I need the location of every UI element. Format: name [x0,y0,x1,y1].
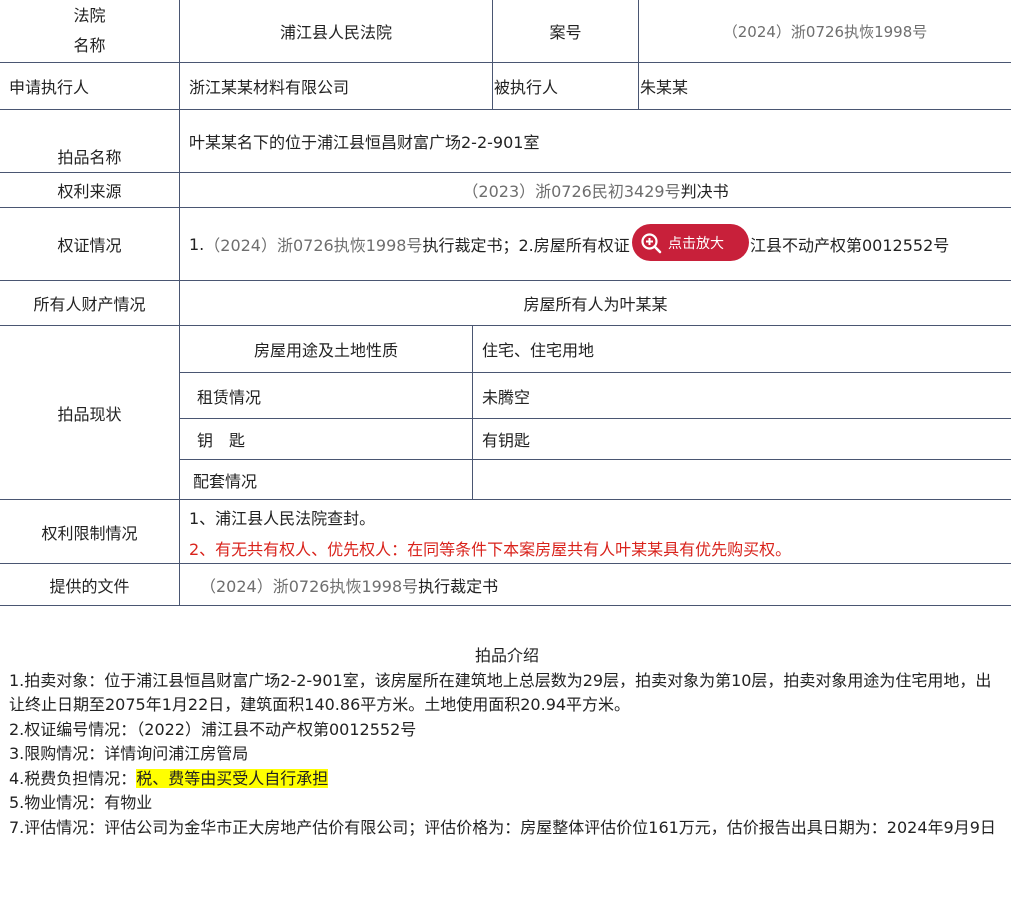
cert-prefix: 1. [189,234,205,254]
item-introduction: 拍品介绍 1.拍卖对象：位于浦江县恒昌财富广场2-2-901室，该房屋所在建筑地… [9,644,1005,840]
respondent-label: 被执行人 [494,78,559,97]
rights-source-label: 权利来源 [57,182,122,201]
intro-line-2: 2.权证编号情况：（2022）浦江县不动产权第0012552号 [9,719,417,739]
usage-label: 房屋用途及土地性质 [253,341,398,360]
intro-line-7: 7.评估情况：评估公司为金华市正大房地产估价有限公司；评估价格为：房屋整体评估价… [9,817,996,837]
court-label-line1: 法院 [73,6,106,25]
key-label: 钥 匙 [197,431,246,450]
intro-line-4-prefix: 4.税费负担情况： [9,768,137,788]
intro-line-5: 5.物业情况：有物业 [9,793,153,812]
facility-value [482,460,1002,499]
item-name-label: 拍品名称 [57,148,122,167]
court-name: 浦江县人民法院 [279,23,392,42]
limit-item-2: 2、有无共有权人、优先权人：在同等条件下本案房屋共有人叶某某具有优先购买权。 [189,540,792,559]
docs-ruling-no: （2024）浙0726执恢1998号 [200,576,419,596]
rights-source-judgment-no: （2023）浙0726民初3429号 [462,182,681,201]
lease-label: 租赁情况 [197,387,262,407]
limit-item-1: 1、浦江县人民法院查封。 [189,509,376,528]
owner-label: 所有人财产情况 [33,295,146,314]
item-name: 叶某某名下的位于浦江县恒昌财富广场2-2-901室 [189,133,540,152]
intro-line-4: 4.税费负担情况：税、费等由买受人自行承担 [9,767,1005,792]
court-label: 法院 名称 [0,0,179,62]
zoom-in-button[interactable]: 点击放大 [632,224,749,261]
status-label: 拍品现状 [57,404,122,424]
intro-line-3: 3.限购情况：详情询问浦江房管局 [9,744,249,763]
auction-info-table: 法院 名称 浦江县人民法院 案号 （2024）浙0726执恢1998号 申请执行… [0,0,1011,606]
docs-label: 提供的文件 [49,576,130,596]
zoom-in-icon [640,232,662,254]
intro-line-1: 1.拍卖对象：位于浦江县恒昌财富广场2-2-901室，该房屋所在建筑地上总层数为… [9,670,992,715]
owner: 房屋所有人为叶某某 [523,295,668,314]
cert-text-1: 执行裁定书；2.房屋所有权证 [422,236,630,255]
applicant: 浙江某某材料有限公司 [189,78,350,97]
case-no: （2024）浙0726执恢1998号 [722,22,928,41]
lease-value: 未腾空 [482,387,531,407]
facility-label: 配套情况 [193,471,258,491]
intro-line-4-highlight: 税、费等由买受人自行承担 [136,768,329,788]
respondent: 朱某某 [640,78,689,97]
applicant-label: 申请执行人 [9,78,90,97]
docs-doc-type: 执行裁定书 [418,576,499,596]
rights-source-doc-type: 判决书 [680,182,729,201]
case-no-label: 案号 [549,23,582,42]
limit-label: 权利限制情况 [41,523,138,543]
key-value: 有钥匙 [482,431,531,450]
cert-text-2: 江县不动产权第0012552号 [750,236,950,255]
intro-title: 拍品介绍 [474,646,539,665]
cert-label: 权证情况 [57,236,122,255]
rights-source: （2023）浙0726民初3429号 判决书 [180,173,1011,207]
zoom-in-label: 点击放大 [668,235,724,252]
court-label-line2: 名称 [73,36,106,55]
docs: （2024）浙0726执恢1998号 执行裁定书 [200,564,1000,605]
cert-ruling-no: （2024）浙0726执恢1998号 [204,236,423,255]
usage-value: 住宅、住宅用地 [482,341,595,360]
